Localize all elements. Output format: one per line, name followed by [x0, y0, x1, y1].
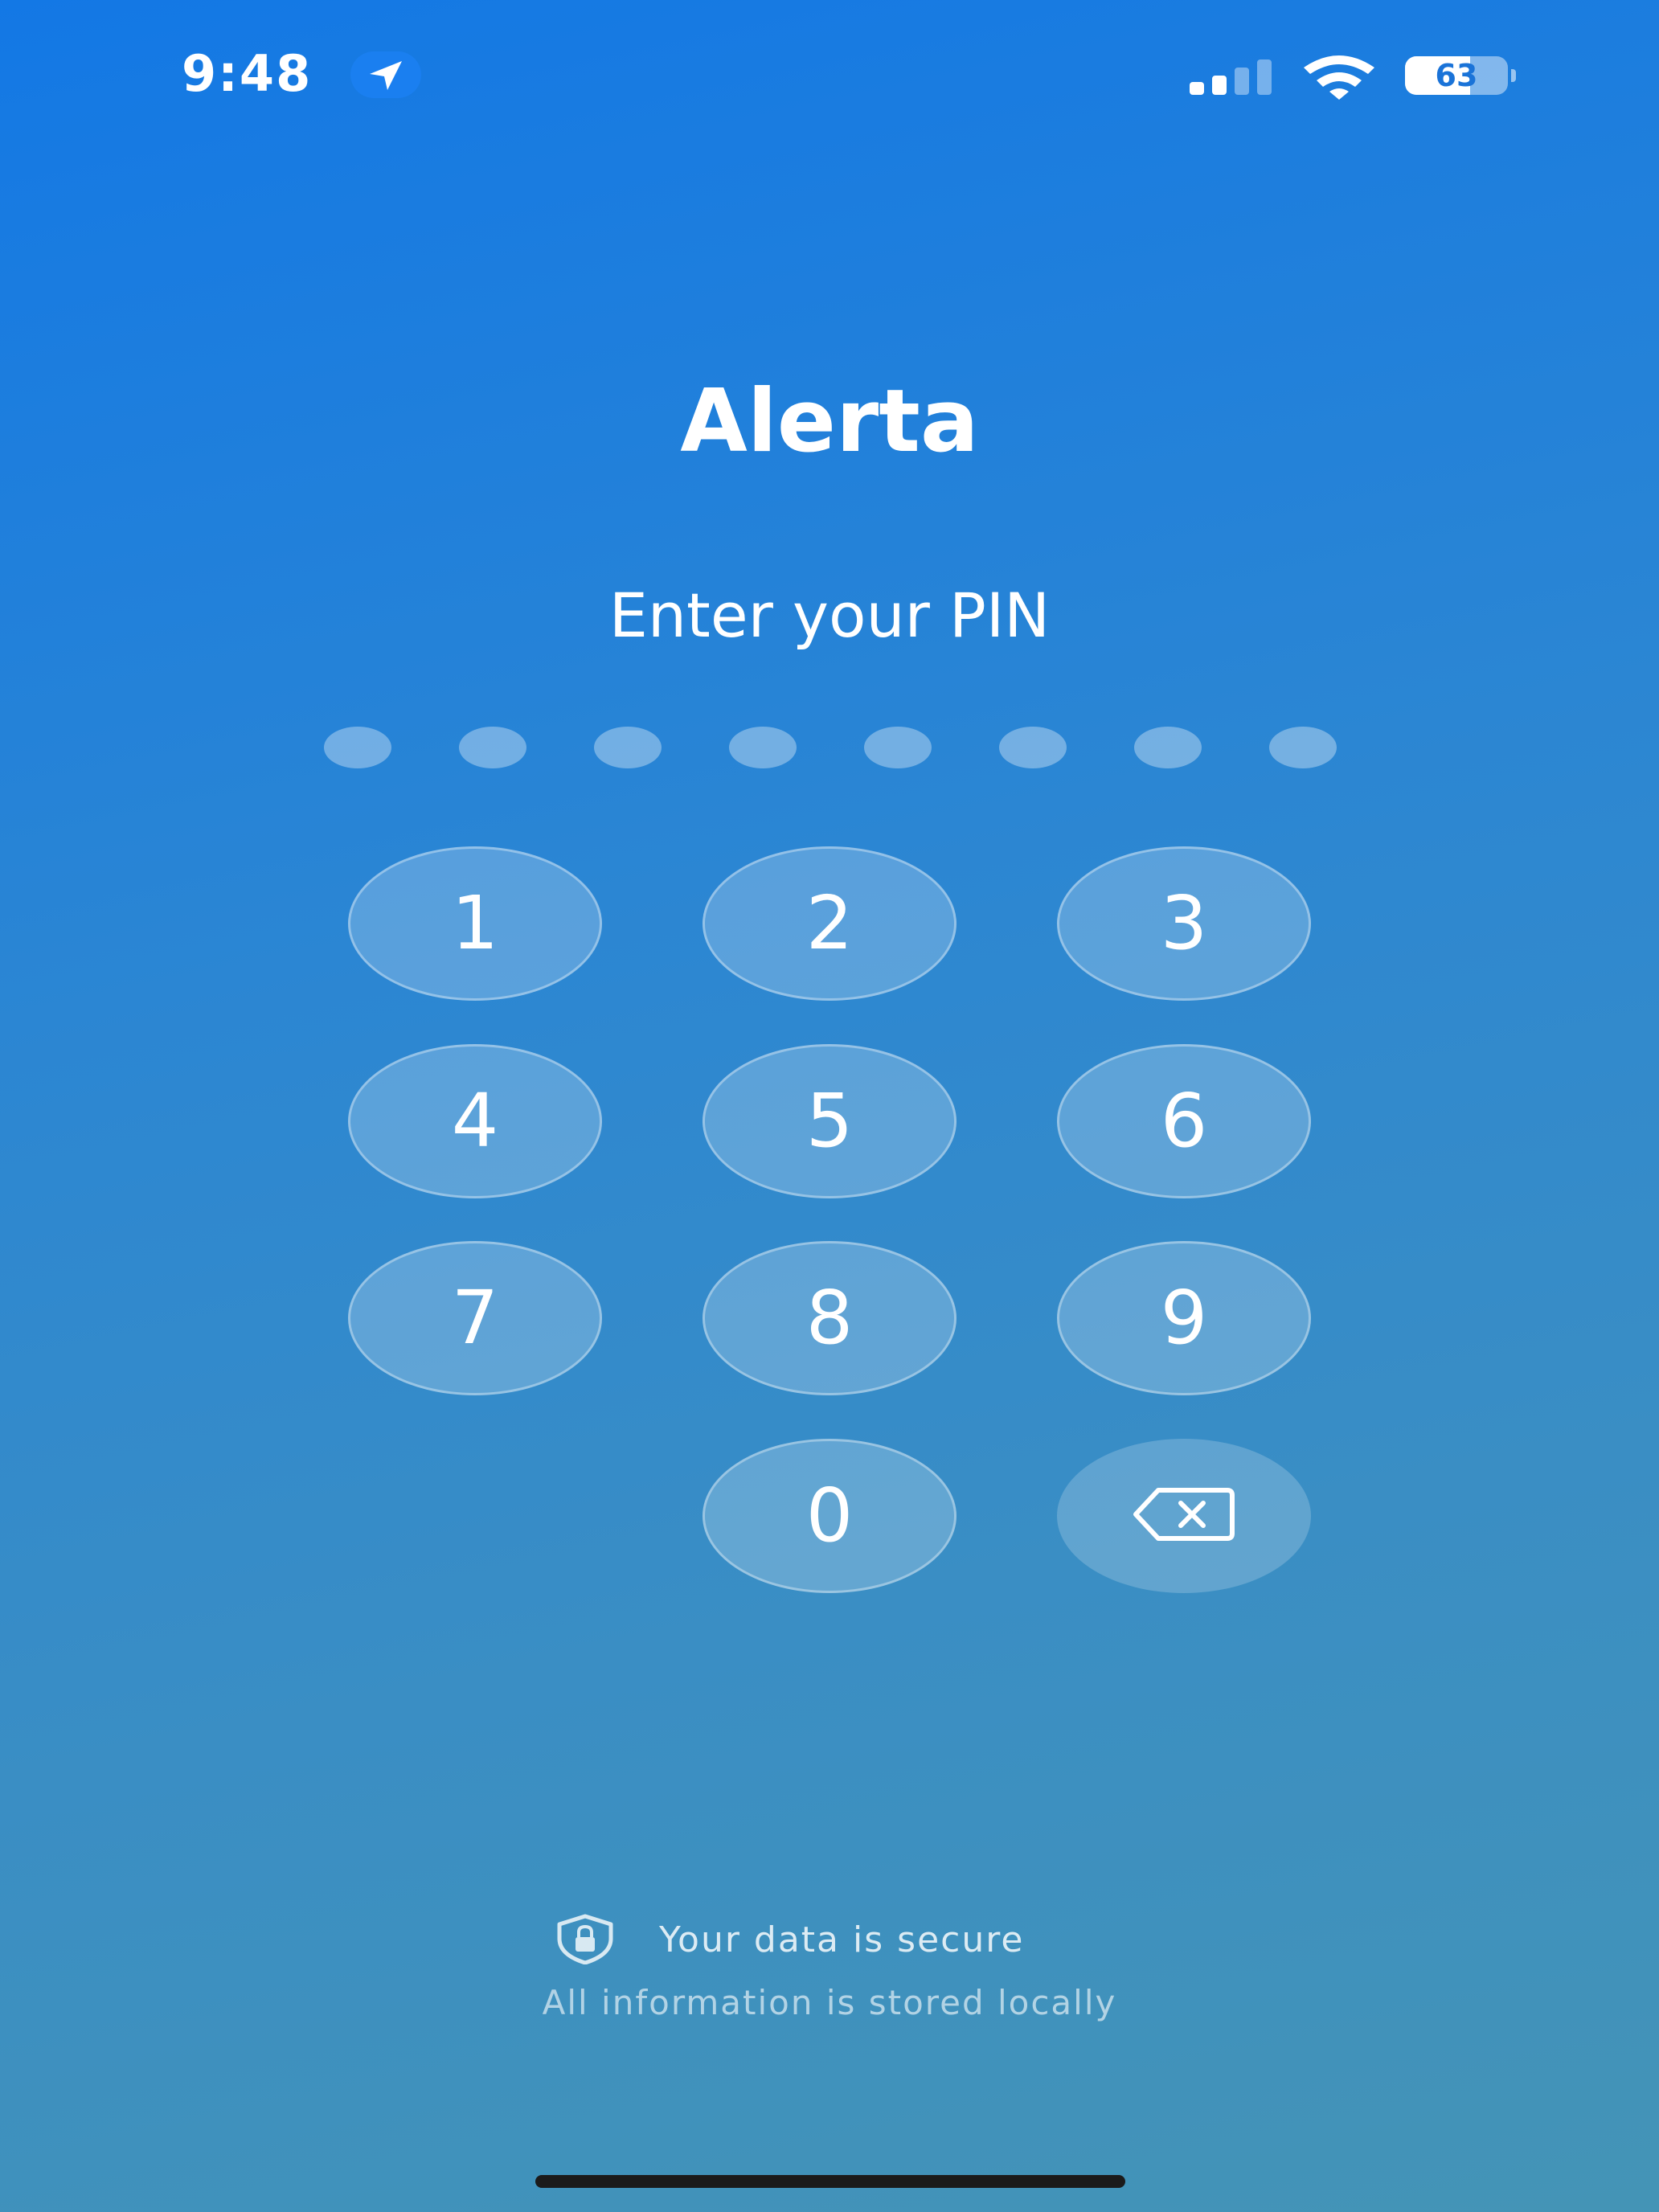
key-label: 2: [805, 880, 854, 966]
key-6[interactable]: 6: [1057, 1044, 1311, 1198]
pin-dot: [729, 727, 797, 768]
pin-dot: [459, 727, 526, 768]
key-label: 8: [805, 1275, 854, 1361]
key-label: 5: [805, 1078, 854, 1164]
pin-prompt: Enter your PIN: [608, 580, 1051, 651]
cellular-signal-icon: [1188, 58, 1276, 100]
key-label: 7: [451, 1275, 499, 1361]
pin-dot: [324, 727, 391, 768]
key-3[interactable]: 3: [1057, 846, 1311, 1001]
battery-level: 63: [1435, 58, 1478, 93]
pin-dot: [594, 727, 662, 768]
delete-button[interactable]: [1057, 1439, 1311, 1593]
key-label: 0: [805, 1473, 854, 1559]
wifi-icon: [1301, 55, 1378, 103]
local-storage-message: All information is stored locally: [542, 1983, 1117, 2022]
key-5[interactable]: 5: [703, 1044, 956, 1198]
backspace-icon: [1133, 1487, 1235, 1545]
pin-lock-screen: 9:48 63 Alerta Enter your PIN 1 2 3 4 5 …: [0, 0, 1659, 2212]
key-0[interactable]: 0: [703, 1439, 956, 1593]
key-7[interactable]: 7: [348, 1241, 602, 1395]
location-arrow-icon: [350, 51, 421, 98]
pin-dot: [864, 727, 932, 768]
key-label: 1: [451, 880, 499, 966]
home-indicator[interactable]: [535, 2175, 1125, 2188]
key-9[interactable]: 9: [1057, 1241, 1311, 1395]
battery-nub: [1511, 69, 1516, 82]
key-1[interactable]: 1: [348, 846, 602, 1001]
pin-dot: [1269, 727, 1337, 768]
status-time: 9:48: [182, 44, 313, 103]
pin-dot: [1134, 727, 1202, 768]
key-label: 3: [1160, 880, 1208, 966]
key-label: 6: [1160, 1078, 1208, 1164]
pin-dot: [999, 727, 1067, 768]
key-label: 4: [451, 1078, 499, 1164]
key-2[interactable]: 2: [703, 846, 956, 1001]
secure-message: Your data is secure: [659, 1919, 1025, 1960]
app-title: Alerta: [680, 371, 979, 472]
shield-lock-icon: [555, 1913, 616, 1968]
battery-icon: 63: [1405, 56, 1516, 95]
battery-body: 63: [1405, 56, 1508, 95]
key-label: 9: [1160, 1275, 1208, 1361]
key-4[interactable]: 4: [348, 1044, 602, 1198]
key-8[interactable]: 8: [703, 1241, 956, 1395]
